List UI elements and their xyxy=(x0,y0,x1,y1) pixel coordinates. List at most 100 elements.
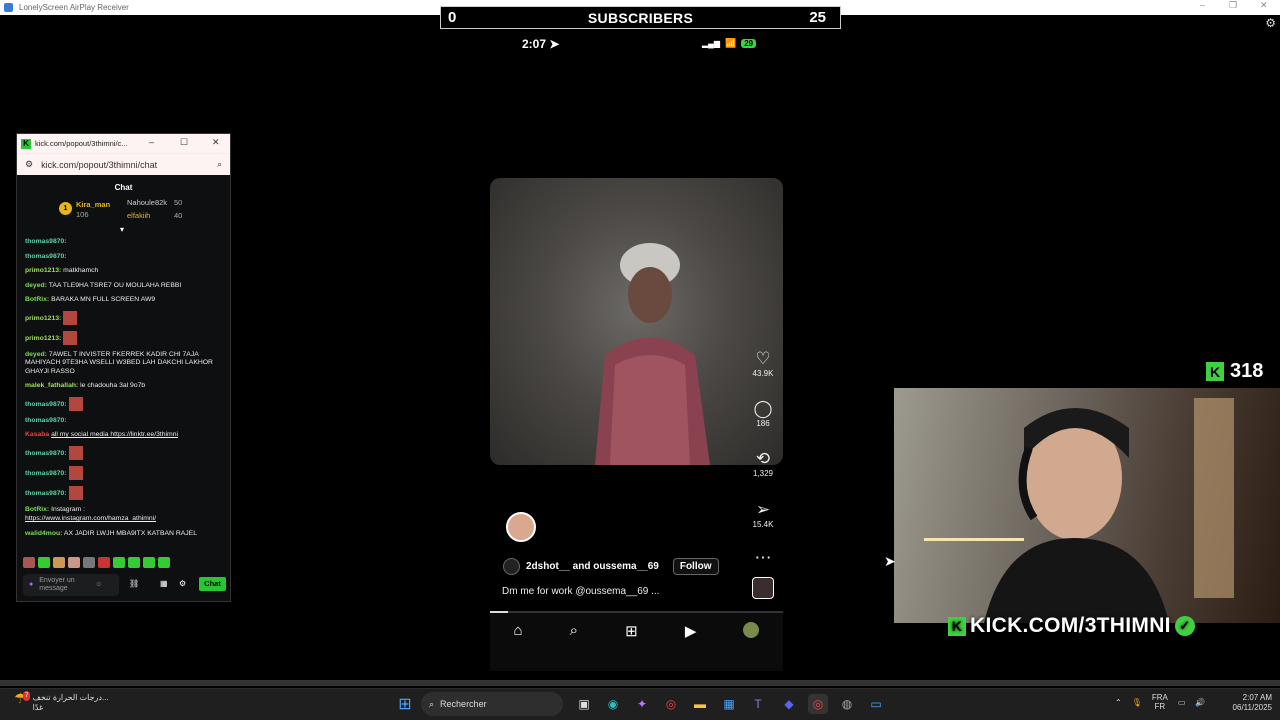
chat-close-button[interactable]: ✕ xyxy=(212,137,220,148)
creator-avatar[interactable] xyxy=(506,512,536,542)
emote-icon[interactable] xyxy=(68,557,80,568)
home-icon[interactable]: ⌂ xyxy=(514,622,523,639)
emote-icon[interactable] xyxy=(83,557,95,568)
location-icon: ➤ xyxy=(549,37,560,51)
chat-send-button[interactable]: Chat xyxy=(199,577,226,591)
settings-icon[interactable]: ⚙ xyxy=(179,579,186,588)
chat-message: BotRix: Instagram : xyxy=(25,505,86,513)
more-icon: ⋯ xyxy=(754,548,772,567)
more-button[interactable]: ⋯ xyxy=(743,548,783,568)
audio-thumbnail[interactable] xyxy=(752,577,774,599)
discord-icon[interactable]: ◆ xyxy=(779,694,799,714)
chat-window-title: kick.com/popout/3thimni/c... xyxy=(35,139,128,148)
emote-icon[interactable] xyxy=(98,557,110,568)
leader-value: 40 xyxy=(174,211,183,220)
file-explorer-icon[interactable]: ▬ xyxy=(690,694,710,714)
chat-message: BotRix: BARAKA MN FULL SCREEN AW9 xyxy=(25,296,156,303)
emote-image xyxy=(68,465,83,480)
store-icon[interactable]: ▦ xyxy=(160,579,168,588)
teams-icon[interactable]: T xyxy=(748,694,768,714)
verified-icon: ✓ xyxy=(1174,616,1195,636)
chat-url-bar[interactable]: ⚙ kick.com/popout/3thimni/chat ⌕ xyxy=(17,153,230,175)
chat-link[interactable]: https://www.instagram.com/hamza_athimni/ xyxy=(25,515,225,524)
chat-message-input[interactable]: ● Envoyer un message ☺ xyxy=(23,574,119,596)
language-indicator[interactable]: FRA FR xyxy=(1152,693,1168,711)
chat-message: primo1213: matkhamch xyxy=(25,267,99,274)
chat-message: thomas9870: xyxy=(25,465,225,480)
chrome-active-icon[interactable]: ◎ xyxy=(808,694,828,714)
emote-icon[interactable] xyxy=(23,557,35,568)
emote-icon[interactable] xyxy=(53,557,65,568)
emote-image xyxy=(63,330,78,345)
emote-icon[interactable] xyxy=(113,557,125,568)
webcam-feed xyxy=(894,388,1280,623)
emote-icon[interactable] xyxy=(143,557,155,568)
create-icon[interactable]: ⊞ xyxy=(625,622,638,640)
microphone-icon[interactable]: ● xyxy=(29,581,33,589)
chat-maximize-button[interactable]: ☐ xyxy=(180,137,188,148)
subscriber-label: SUBSCRIBERS xyxy=(587,9,694,26)
weather-badge: 7 xyxy=(23,691,31,701)
comment-icon: ◯ xyxy=(753,399,773,418)
leader-value: 50 xyxy=(174,198,183,207)
link-icon[interactable]: ⛓ xyxy=(129,579,139,588)
chat-message: thomas9870: xyxy=(25,252,67,260)
remote-desktop-icon[interactable]: ▭ xyxy=(866,694,886,714)
emote-icon[interactable] xyxy=(158,557,170,568)
microphone-icon[interactable]: 🎙 xyxy=(1132,698,1142,707)
like-button[interactable]: ♡ 43.9K xyxy=(743,349,783,378)
chrome-icon[interactable]: ◎ xyxy=(661,694,681,714)
gear-icon[interactable]: ⚙ xyxy=(1265,16,1276,30)
profile-avatar-icon[interactable] xyxy=(743,622,760,638)
chat-messages: thomas9870: thomas9870: primo1213: matkh… xyxy=(25,238,225,544)
mouse-cursor-icon: ➤ xyxy=(884,553,896,569)
follow-button[interactable]: Follow xyxy=(672,558,719,575)
site-settings-icon[interactable]: ⚙ xyxy=(25,159,33,170)
search-icon[interactable]: ⌕ xyxy=(570,622,578,639)
chat-message: walid4mou: AX JADIR LWJH MBA9ITX KATBAN … xyxy=(25,529,197,537)
author-names[interactable]: 2dshot__ and oussema__69 xyxy=(526,561,659,572)
taskbar-search[interactable]: ⌕ Rechercher xyxy=(421,692,563,716)
maximize-button[interactable]: ❐ xyxy=(1229,0,1237,11)
weather-widget[interactable]: ☂ 7 درجات الحرارة تنخف... غدًا xyxy=(14,691,109,713)
viewer-count: K 318 xyxy=(1206,360,1263,383)
volume-icon[interactable]: 🔊 xyxy=(1195,698,1205,707)
reels-icon[interactable]: ▶ xyxy=(685,622,697,640)
comment-button[interactable]: ◯ 186 xyxy=(743,399,783,428)
chat-message: deyed: 7AWEL T INVISTER FKERREK KADIR CH… xyxy=(25,350,213,375)
emote-image xyxy=(68,396,83,411)
copilot-icon[interactable]: ✦ xyxy=(632,694,652,714)
chat-minimize-button[interactable]: – xyxy=(149,137,154,147)
chevron-up-icon[interactable]: ⌃ xyxy=(1115,698,1122,707)
zoom-icon[interactable]: ⌕ xyxy=(217,159,222,170)
author-avatar[interactable] xyxy=(503,558,520,575)
chat-message: thomas9870: xyxy=(25,445,225,460)
kick-logo-icon: K xyxy=(1206,362,1224,381)
minimize-button[interactable]: – xyxy=(1200,0,1205,10)
reel-caption[interactable]: Dm me for work @oussema__69 ... xyxy=(502,586,659,597)
horizontal-scrollbar[interactable] xyxy=(0,680,1280,686)
expand-icon[interactable]: ▾ xyxy=(120,225,124,234)
emoji-icon[interactable]: ☺ xyxy=(95,581,102,589)
kick-logo-icon: K xyxy=(21,138,31,149)
leader-name[interactable]: Nahoule82k xyxy=(127,198,167,207)
leader-name[interactable]: Kira_man xyxy=(76,200,110,209)
leader-name[interactable]: elfakiih xyxy=(127,211,150,220)
close-button[interactable]: ✕ xyxy=(1260,0,1268,11)
windows-start-icon[interactable]: ⊞ xyxy=(395,694,415,714)
network-icon[interactable]: ▭ xyxy=(1178,698,1186,707)
task-view-icon[interactable]: ▣ xyxy=(574,694,594,714)
chat-message: primo1213: xyxy=(25,310,225,325)
emote-icon[interactable] xyxy=(38,557,50,568)
search-icon: ⌕ xyxy=(429,698,435,709)
obs-icon[interactable]: ◍ xyxy=(837,694,857,714)
repost-button[interactable]: ⟲ 1,329 xyxy=(743,449,783,478)
share-button[interactable]: ➢ 15.4K xyxy=(743,500,783,529)
emote-icon[interactable] xyxy=(128,557,140,568)
emote-image xyxy=(63,310,78,325)
app-icon xyxy=(4,3,13,12)
store-app-icon[interactable]: ▦ xyxy=(719,694,739,714)
taskbar-clock[interactable]: 2:07 AM 06/11/2025 xyxy=(1224,693,1272,713)
chat-message: malek_fathallah: le chadouha 3al 9o7b xyxy=(25,382,146,389)
edge-icon[interactable]: ◉ xyxy=(603,694,623,714)
